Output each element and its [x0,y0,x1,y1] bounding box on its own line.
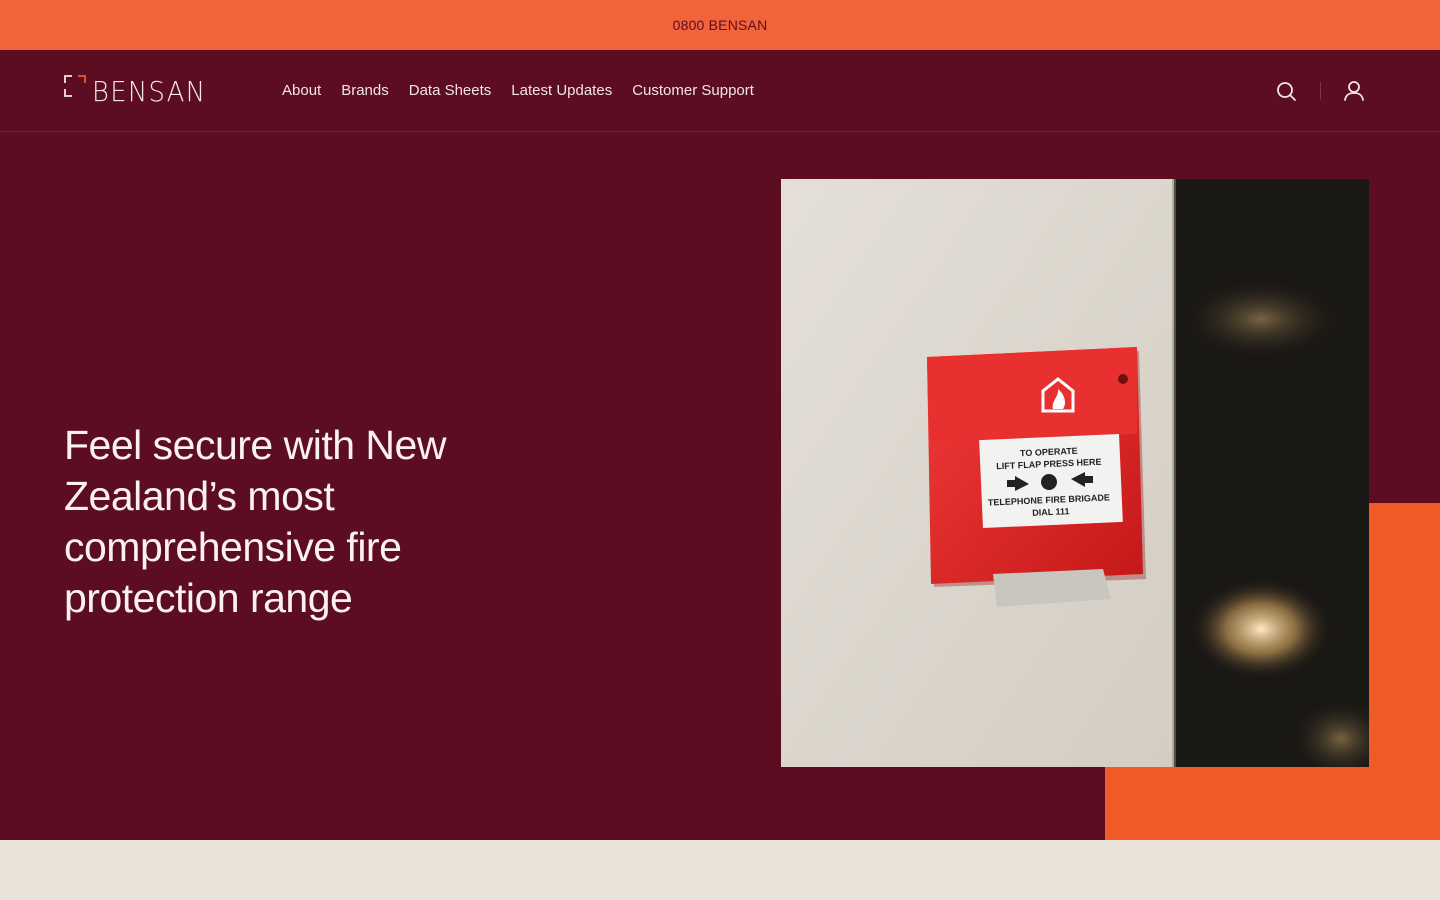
nav-item-customer-support[interactable]: Customer Support [632,81,754,101]
phone-link[interactable]: 0800 BENSAN [673,17,768,33]
hero-section: Feel secure with New Zealand’s most comp… [0,132,1440,840]
manual-call-point: TO OPERATE LIFT FLAP PRESS HERE TELEPHON… [927,347,1146,607]
nav-item-data-sheets[interactable]: Data Sheets [409,81,492,101]
site-header: BENSAN About Brands Data Sheets Latest U… [0,50,1440,132]
logo-text: BENSAN [92,75,207,108]
nav-item-latest-updates[interactable]: Latest Updates [511,81,612,101]
nav-item-brands[interactable]: Brands [341,81,389,101]
logo-mark-icon [64,75,86,97]
search-icon [1277,82,1296,101]
account-button[interactable] [1343,80,1365,102]
announcement-bar: 0800 BENSAN [0,0,1440,50]
hero-headline: Feel secure with New Zealand’s most comp… [64,422,446,621]
call-point-text-4: DIAL 111 [1032,506,1070,518]
user-icon [1344,81,1364,101]
search-button[interactable] [1275,80,1297,102]
main-nav: About Brands Data Sheets Latest Updates … [282,81,754,101]
next-section [0,840,1440,900]
hero-image: TO OPERATE LIFT FLAP PRESS HERE TELEPHON… [781,179,1369,767]
header-divider [1320,82,1321,100]
logo[interactable]: BENSAN [64,74,234,110]
nav-item-about[interactable]: About [282,81,321,101]
